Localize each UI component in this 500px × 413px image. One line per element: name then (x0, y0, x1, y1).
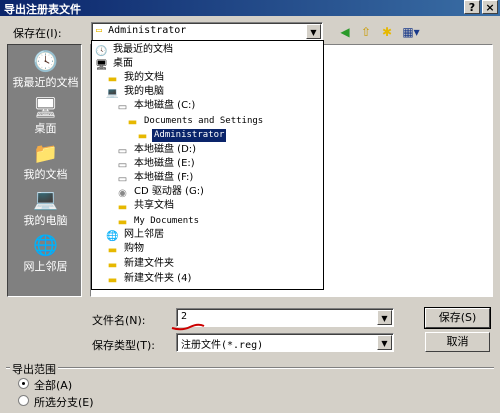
filename-label: 文件名(N): (92, 314, 146, 327)
dropdown-item-label: 本地磁盘 (F:) (134, 172, 194, 183)
dropdown-item-label: 本地磁盘 (E:) (134, 158, 195, 169)
place-label: 网上邻居 (23, 260, 68, 273)
chevron-down-icon[interactable]: ▼ (306, 24, 321, 39)
dropdown-item-label: My Documents (134, 216, 200, 226)
place-label: 桌面 (34, 122, 57, 135)
new-folder-icon[interactable]: ✱ (378, 24, 396, 40)
desktop-icon: 🖥 (95, 60, 108, 71)
location-label: 保存在(I): (13, 27, 62, 40)
place-network[interactable]: 🌐 网上邻居 (8, 233, 83, 277)
location-dropdown-list[interactable]: 🕓 我最近的文档 🖥 桌面 ▬ 我的文档 💻 我的电脑 ▭ 本地磁盘 (C:) ▬ Docu… (91, 40, 324, 290)
place-label: 我的电脑 (23, 214, 68, 227)
folder-icon: ▬ (107, 260, 118, 271)
dropdown-item-drive-f[interactable]: ▭ 本地磁盘 (F:) (116, 171, 195, 185)
dropdown-item-cd-drive-g[interactable]: ◉ CD 驱动器 (G:) (116, 185, 206, 199)
my-computer-icon: 💻 (33, 187, 58, 211)
dropdown-item-new-folder-4[interactable]: ▬ 新建文件夹 (4) (106, 272, 193, 286)
annotation-underline (171, 323, 205, 331)
chevron-down-icon[interactable]: ▼ (377, 310, 392, 325)
close-button[interactable]: × (482, 0, 498, 14)
folder-icon: ▬ (127, 117, 138, 128)
radio-selected-branch[interactable] (18, 395, 29, 406)
network-places-icon: 🌐 (106, 231, 119, 242)
folder-icon: ▬ (107, 275, 118, 286)
dropdown-item-label: 本地磁盘 (D:) (134, 144, 197, 155)
dropdown-item-label: 我的文档 (124, 72, 164, 83)
dropdown-item-drive-e[interactable]: ▭ 本地磁盘 (E:) (116, 157, 197, 171)
dropdown-item-my-documents-en[interactable]: ▬ My Documents (116, 214, 201, 228)
title-bar: 导出注册表文件 ? × (0, 0, 500, 16)
up-folder-icon[interactable]: ⇧ (357, 24, 375, 40)
dropdown-item-drive-d[interactable]: ▭ 本地磁盘 (D:) (116, 143, 198, 157)
dropdown-item-recent[interactable]: 🕓 我最近的文档 (95, 43, 175, 57)
my-documents-icon: 📁 (33, 141, 58, 165)
dropdown-item-label: 新建文件夹 (124, 258, 174, 269)
dropdown-item-desktop[interactable]: 🖥 桌面 (95, 57, 135, 71)
dropdown-item-label: 网上邻居 (124, 229, 164, 240)
cancel-button[interactable]: 取消 (425, 332, 490, 352)
place-my-documents[interactable]: 📁 我的文档 (8, 141, 83, 185)
filetype-label: 保存类型(T): (92, 339, 156, 352)
folder-icon: ▬ (117, 202, 128, 213)
filename-value: 2 (181, 311, 188, 322)
dropdown-item-label: 共享文档 (134, 200, 174, 211)
dropdown-item-documents-and-settings[interactable]: ▬ Documents and Settings (126, 114, 265, 128)
dropdown-item-drive-c[interactable]: ▭ 本地磁盘 (C:) (116, 99, 197, 113)
back-arrow-icon[interactable]: ◀ (336, 24, 354, 40)
location-value-text: Administrator (108, 25, 187, 36)
filename-input[interactable]: 2 ▼ (176, 308, 394, 327)
dropdown-item-administrator[interactable]: ▬ Administrator (136, 128, 227, 142)
place-label: 我的文档 (23, 168, 68, 181)
recent-docs-icon: 🕓 (95, 46, 108, 57)
export-range-title: 导出范围 (10, 361, 58, 377)
place-my-computer[interactable]: 💻 我的电脑 (8, 187, 83, 231)
drive-icon: ▭ (117, 174, 128, 185)
folder-icon: ▬ (117, 217, 128, 228)
filetype-value: 注册文件(*.reg) (181, 340, 264, 351)
place-label: 我最近的文档 (12, 76, 79, 89)
dropdown-item-network[interactable]: 🌐 网上邻居 (106, 228, 166, 242)
dropdown-item-label: 桌面 (113, 58, 133, 69)
folder-icon: ▬ (107, 74, 118, 85)
dropdown-item-shared-docs[interactable]: ▬ 共享文档 (116, 199, 176, 213)
dropdown-item-label: Administrator (152, 129, 227, 142)
recent-docs-icon: 🕓 (33, 49, 58, 73)
drive-icon: ▭ (117, 146, 128, 157)
dropdown-item-label: 我的电脑 (124, 86, 164, 97)
radio-all-label[interactable]: 全部(A) (34, 377, 72, 393)
place-desktop[interactable]: 🖥 桌面 (8, 95, 83, 139)
places-bar: 🕓 我最近的文档 🖥 桌面 📁 我的文档 💻 我的电脑 🌐 网上邻居 (7, 44, 82, 297)
dropdown-item-label: 购物 (124, 243, 144, 254)
dropdown-item-label: 本地磁盘 (C:) (134, 100, 196, 111)
computer-icon: 💻 (106, 88, 119, 99)
dropdown-item-my-computer[interactable]: 💻 我的电脑 (106, 85, 166, 99)
desktop-icon: 🖥 (32, 95, 59, 119)
place-recent[interactable]: 🕓 我最近的文档 (8, 49, 83, 93)
network-places-icon: 🌐 (33, 233, 58, 257)
drive-icon: ▭ (117, 102, 128, 113)
chevron-down-icon[interactable]: ▼ (377, 335, 392, 350)
dropdown-item-my-documents[interactable]: ▬ 我的文档 (106, 71, 166, 85)
view-menu-icon[interactable]: ▦▾ (400, 24, 422, 40)
folder-icon: ▬ (107, 245, 118, 256)
radio-all[interactable] (18, 378, 29, 389)
window-title: 导出注册表文件 (4, 3, 81, 16)
help-button[interactable]: ? (464, 0, 480, 14)
export-range-divider (6, 367, 494, 368)
open-folder-icon: ▭ (96, 25, 103, 36)
location-value: ▭ Administrator (96, 25, 186, 36)
dropdown-item-new-folder[interactable]: ▬ 新建文件夹 (106, 257, 176, 271)
dropdown-item-label: Documents and Settings (144, 116, 264, 126)
radio-selected-branch-label[interactable]: 所选分支(E) (34, 394, 94, 410)
open-folder-icon: ▬ (137, 131, 148, 142)
location-combo[interactable]: ▭ Administrator ▼ (91, 22, 323, 41)
cd-drive-icon: ◉ (118, 188, 127, 199)
dropdown-item-label: 我最近的文档 (113, 44, 173, 55)
dropdown-item-label: 新建文件夹 (4) (124, 273, 192, 284)
dropdown-item-shopping[interactable]: ▬ 购物 (106, 242, 146, 256)
save-button[interactable]: 保存(S) (424, 307, 491, 329)
dropdown-item-label: CD 驱动器 (G:) (134, 186, 204, 197)
drive-icon: ▭ (117, 160, 128, 171)
filetype-select[interactable]: 注册文件(*.reg) ▼ (176, 333, 394, 352)
